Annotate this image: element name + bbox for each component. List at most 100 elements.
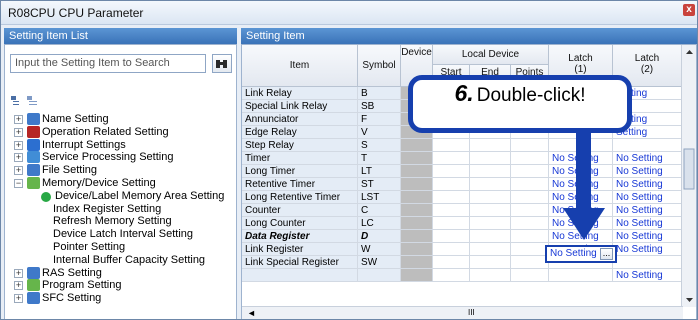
browse-button[interactable]: ...: [600, 248, 613, 260]
folder-setting-icon: [27, 292, 40, 305]
vertical-scrollbar[interactable]: [681, 45, 696, 307]
row-device-cell: [401, 256, 433, 269]
tree-item[interactable]: + Operation Related Setting: [5, 125, 236, 139]
row-local-start-cell: [433, 269, 470, 282]
row-device-cell: [401, 152, 433, 165]
row-latch-2-cell[interactable]: No Setting: [613, 204, 682, 217]
expand-icon[interactable]: +: [14, 153, 23, 163]
row-local-start-cell: [433, 165, 470, 178]
row-local-points-cell: [511, 139, 549, 152]
grid-row[interactable]: TimerTNo SettingNo Setting: [242, 152, 682, 165]
collapse-icon[interactable]: −: [14, 179, 23, 188]
expand-icon[interactable]: +: [14, 166, 23, 176]
row-latch-2-cell[interactable]: No Setting: [613, 191, 682, 204]
tree-item[interactable]: Device Latch Interval Setting: [5, 228, 236, 241]
tree-item[interactable]: Pointer Setting: [5, 241, 236, 254]
column-header-symbol: Symbol: [358, 45, 401, 87]
row-device-cell: [401, 230, 433, 243]
grid-row[interactable]: Long Counter LC No Setting No Setting: [242, 217, 682, 230]
row-latch-2-cell[interactable]: [613, 256, 682, 269]
row-local-end-cell: [470, 139, 511, 152]
grid-row[interactable]: Retentive TimerSTNo SettingNo Setting: [242, 178, 682, 191]
search-button[interactable]: [212, 54, 232, 73]
tree-item[interactable]: + RAS Setting: [5, 266, 236, 280]
row-device-cell: [401, 204, 433, 217]
row-device-cell: [401, 165, 433, 178]
row-local-end-cell: [470, 178, 511, 191]
tree-item-label: Device Latch Interval Setting: [53, 228, 194, 241]
tree-item[interactable]: + Service Processing Setting: [5, 151, 236, 164]
row-latch-2-cell[interactable]: No Setting: [613, 230, 682, 243]
row-latch-2-cell[interactable]: [613, 139, 682, 152]
column-header-item: Item: [242, 45, 358, 87]
scroll-left-icon: ◄: [247, 308, 256, 318]
row-latch-1-cell[interactable]: [549, 269, 613, 282]
callout-text: Double-click!: [476, 85, 586, 106]
row-latch-2-cell[interactable]: No Setting: [613, 165, 682, 178]
row-local-start-cell: [433, 230, 470, 243]
grid-row[interactable]: Long TimerLTNo SettingNo Setting: [242, 165, 682, 178]
row-item-name: Link Register: [242, 243, 358, 256]
tree-item[interactable]: Index Register Setting: [5, 203, 236, 216]
expand-icon[interactable]: +: [14, 268, 23, 278]
grid-row[interactable]: Long Retentive TimerLSTNo SettingNo Sett…: [242, 191, 682, 204]
grid-row[interactable]: CounterCNo SettingNo Setting: [242, 204, 682, 217]
folder-setting-icon: [27, 266, 40, 279]
expand-icon[interactable]: +: [14, 115, 23, 124]
tree-item[interactable]: + File Setting: [5, 164, 236, 177]
data-register-latch-1-cell[interactable]: No Setting ...: [545, 245, 617, 263]
tree-item[interactable]: + SFC Setting: [5, 292, 236, 305]
tree-item[interactable]: + Name Setting: [5, 113, 236, 126]
grid-row[interactable]: No Setting: [242, 269, 682, 282]
row-item-name: [242, 269, 358, 282]
row-symbol: D: [358, 230, 401, 243]
tree-item[interactable]: + Interrupt Settings: [5, 138, 236, 152]
row-latch-2-cell[interactable]: No Setting: [613, 178, 682, 191]
tree-item[interactable]: Internal Buffer Capacity Setting: [5, 254, 236, 267]
row-local-end-cell: [470, 256, 511, 269]
row-local-start-cell: [433, 139, 470, 152]
row-item-name: Link Special Register: [242, 256, 358, 269]
row-local-points-cell: [511, 243, 549, 256]
arrow-down-icon: [563, 208, 605, 240]
tree-item[interactable]: Device/Label Memory Area Setting: [5, 190, 236, 203]
row-local-points-cell: [511, 191, 549, 204]
tree-view-toggle[interactable]: [11, 96, 41, 108]
arrow-shaft: [576, 133, 591, 213]
tree-item[interactable]: + Program Setting: [5, 279, 236, 292]
row-symbol: S: [358, 139, 401, 152]
row-item-name: Retentive Timer: [242, 178, 358, 191]
row-local-start-cell: [433, 178, 470, 191]
row-local-points-cell: [511, 269, 549, 282]
row-local-start-cell: [433, 217, 470, 230]
search-input[interactable]: Input the Setting Item to Search: [10, 54, 206, 73]
expand-icon[interactable]: +: [14, 294, 23, 304]
grid-row[interactable]: Data Register D No Setting No Setting: [242, 230, 682, 243]
row-local-end-cell: [470, 230, 511, 243]
row-symbol: B: [358, 87, 401, 100]
row-local-start-cell: [433, 191, 470, 204]
tree-item-label: Interrupt Settings: [42, 138, 126, 151]
row-symbol: LC: [358, 217, 401, 230]
row-local-points-cell: [511, 152, 549, 165]
row-device-cell: [401, 217, 433, 230]
row-latch-2-cell[interactable]: No Setting: [613, 217, 682, 230]
row-latch-2-cell[interactable]: No Setting: [613, 269, 682, 282]
row-local-start-cell: [433, 152, 470, 165]
tree-item[interactable]: − Memory/Device Setting: [5, 177, 236, 190]
folder-setting-icon: [27, 177, 40, 189]
expand-icon[interactable]: +: [14, 140, 23, 150]
row-latch-2-cell[interactable]: No Setting: [613, 243, 682, 256]
expand-icon[interactable]: +: [14, 281, 23, 291]
grid-row[interactable]: Step Relay S: [242, 139, 682, 152]
setting-item-list-pane: Input the Setting Item to Search + Name S…: [4, 44, 237, 319]
row-item-name: Counter: [242, 204, 358, 217]
row-latch-2-cell[interactable]: No Setting: [613, 152, 682, 165]
horizontal-scrollbar[interactable]: ◄ III: [242, 306, 683, 319]
row-local-end-cell: [470, 269, 511, 282]
expand-icon[interactable]: +: [14, 127, 23, 137]
tree-item[interactable]: Refresh Memory Setting: [5, 215, 236, 228]
row-symbol: ST: [358, 178, 401, 191]
row-local-end-cell: [470, 191, 511, 204]
close-button[interactable]: x: [683, 4, 695, 16]
